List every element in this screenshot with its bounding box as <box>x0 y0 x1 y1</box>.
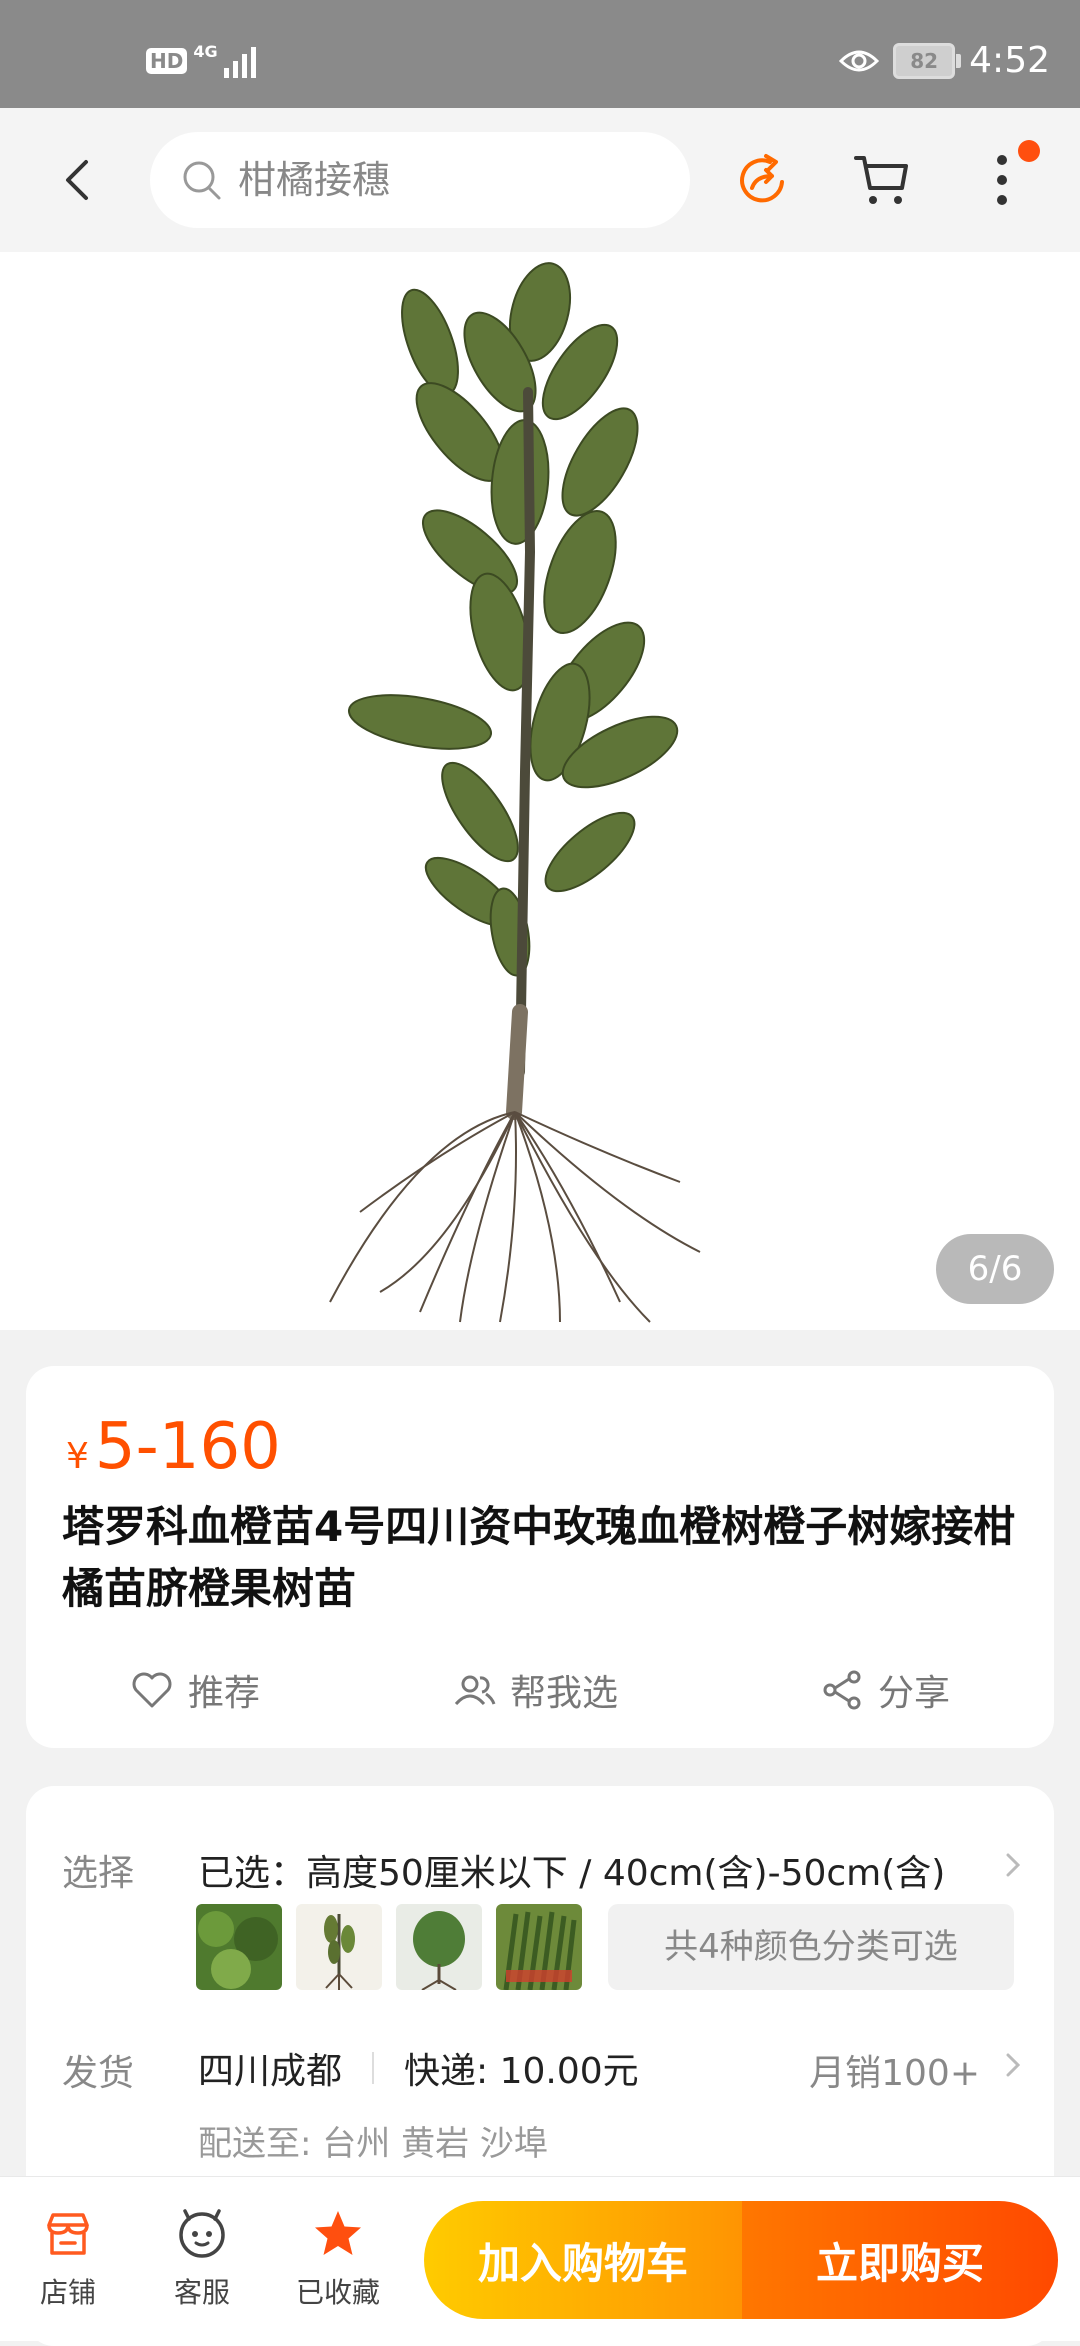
status-left: HD 4G <box>146 41 256 78</box>
shipping-info: 四川成都 快递: 10.00元 <box>198 2042 639 2094</box>
recommend-button[interactable]: 推荐 <box>130 1664 260 1716</box>
share-icon <box>823 1670 861 1710</box>
search-bar[interactable] <box>150 132 690 228</box>
people-icon <box>454 1675 496 1706</box>
store-label: 店铺 <box>39 2276 96 2309</box>
share-button[interactable]: 分享 <box>820 1664 950 1716</box>
variants-count[interactable]: 共4种颜色分类可选 <box>608 1904 1014 1990</box>
search-input[interactable] <box>236 157 660 203</box>
selected-spec[interactable]: 已选：高度50厘米以下 / 40cm(含)-50cm(含) <box>198 1844 998 1896</box>
signal-icon <box>223 44 256 78</box>
hd-badge: HD <box>146 48 188 74</box>
eye-icon <box>839 50 880 71</box>
price: ¥ 5-160 <box>66 1410 281 1484</box>
help-choose-label: 帮我选 <box>510 1673 619 1714</box>
ship-from: 四川成都 <box>198 2051 343 2092</box>
more-button[interactable] <box>970 140 1040 212</box>
clock: 4:52 <box>969 40 1050 81</box>
back-arrow-icon <box>66 160 88 200</box>
variant-thumb[interactable] <box>296 1904 382 1990</box>
deliver-to[interactable]: 配送至: 台州 黄岩 沙埠 <box>198 2116 548 2165</box>
variant-thumb[interactable] <box>196 1904 282 1990</box>
select-label: 选择 <box>62 1853 135 1894</box>
help-choose-button[interactable]: 帮我选 <box>452 1664 618 1716</box>
cart-icon <box>854 156 908 204</box>
battery-indicator: 82 <box>893 42 962 79</box>
variant-thumbnails <box>196 1904 582 1990</box>
currency-symbol: ¥ <box>66 1436 89 1477</box>
star-icon <box>315 2211 361 2255</box>
service-label: 客服 <box>173 2276 230 2309</box>
divider <box>372 2052 375 2084</box>
store-icon <box>47 2213 89 2255</box>
share-circle-button[interactable] <box>730 148 794 212</box>
product-info-card: ¥ 5-160 塔罗科血橙苗4号四川资中玫瑰血橙树橙子树嫁接柑橘苗脐橙果树苗 推… <box>26 1366 1054 1748</box>
service-tab[interactable]: 客服 <box>152 2207 252 2311</box>
search-icon <box>183 161 221 200</box>
cart-button[interactable] <box>850 148 914 212</box>
product-title: 塔罗科血橙苗4号四川资中玫瑰血橙树橙子树嫁接柑橘苗脐橙果树苗 <box>62 1502 1016 1613</box>
network-type: 4G <box>193 41 218 61</box>
express-fee: 快递: 10.00元 <box>404 2051 639 2092</box>
variant-thumb[interactable] <box>496 1904 582 1990</box>
heart-icon <box>132 1672 172 1708</box>
monthly-sales: 月销100+ <box>809 2053 980 2094</box>
share-label: 分享 <box>878 1673 951 1714</box>
top-nav <box>0 108 1080 252</box>
variant-thumb[interactable] <box>396 1904 482 1990</box>
chevron-right-icon[interactable] <box>1000 2052 1026 2078</box>
product-actions: 推荐 帮我选 分享 <box>26 1656 1054 1726</box>
add-to-cart-button[interactable]: 加入购物车 <box>424 2201 742 2319</box>
bottom-action-bar: 店铺 客服 已收藏 加入购物车 立即购买 <box>0 2176 1080 2341</box>
store-tab[interactable]: 店铺 <box>18 2207 118 2311</box>
customer-service-icon <box>179 2209 225 2258</box>
price-value: 5-160 <box>94 1410 281 1484</box>
status-bar: HD 4G 82 4:52 <box>0 0 1080 108</box>
product-image-gallery[interactable]: 6/6 <box>0 252 1080 1330</box>
image-counter: 6/6 <box>936 1234 1054 1304</box>
favorite-label: 已收藏 <box>295 2276 380 2309</box>
buy-now-button[interactable]: 立即购买 <box>742 2201 1058 2319</box>
share-circle-icon <box>740 154 784 203</box>
status-right: 82 4:52 <box>839 40 1050 81</box>
notification-dot <box>1018 140 1040 162</box>
plant-seedling-image <box>329 262 701 1323</box>
ship-label: 发货 <box>62 2053 135 2094</box>
chevron-right-icon <box>1006 1853 1021 1877</box>
recommend-label: 推荐 <box>188 1673 261 1714</box>
back-button[interactable] <box>48 150 108 210</box>
favorite-tab[interactable]: 已收藏 <box>288 2207 388 2311</box>
